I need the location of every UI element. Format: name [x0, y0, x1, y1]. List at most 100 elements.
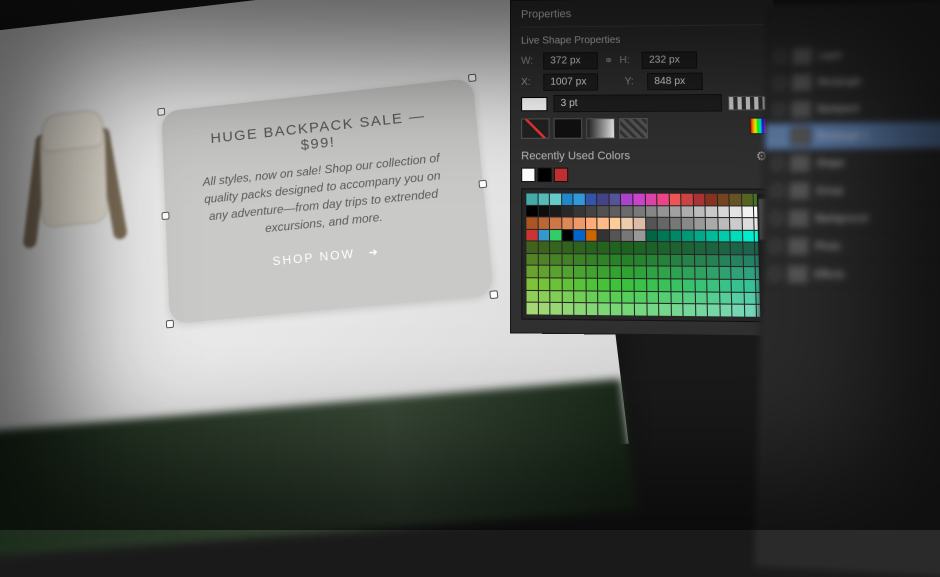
color-swatch[interactable]: [658, 242, 669, 253]
color-swatch[interactable]: [622, 279, 633, 290]
y-input[interactable]: 848 px: [647, 73, 703, 91]
color-swatch[interactable]: [707, 267, 718, 278]
color-swatch[interactable]: [695, 292, 706, 303]
color-swatch[interactable]: [562, 218, 573, 229]
transform-handle[interactable]: [478, 180, 487, 189]
color-swatch[interactable]: [527, 303, 538, 314]
x-input[interactable]: 1007 px: [543, 73, 598, 91]
fill-none-button[interactable]: [521, 118, 549, 139]
color-swatch[interactable]: [718, 218, 729, 229]
color-swatch[interactable]: [706, 230, 717, 241]
color-swatch[interactable]: [550, 206, 561, 217]
color-swatch[interactable]: [550, 254, 561, 265]
color-swatch[interactable]: [695, 267, 706, 278]
color-swatch[interactable]: [646, 230, 657, 241]
color-swatch[interactable]: [695, 255, 706, 266]
color-swatch[interactable]: [743, 231, 754, 242]
color-swatch[interactable]: [731, 255, 742, 266]
color-swatch[interactable]: [586, 266, 597, 277]
color-swatch[interactable]: [731, 230, 742, 241]
color-swatch[interactable]: [742, 206, 753, 217]
promo-card-shape[interactable]: HUGE BACKPACK SALE — $99! All styles, no…: [161, 78, 494, 324]
color-swatch[interactable]: [610, 279, 621, 290]
color-swatch[interactable]: [695, 280, 706, 291]
recent-color-swatch[interactable]: [537, 168, 551, 182]
color-swatch[interactable]: [732, 292, 744, 303]
layer-row[interactable]: Rectangle: [766, 67, 940, 97]
color-swatch[interactable]: [707, 255, 718, 266]
color-swatch[interactable]: [586, 194, 597, 205]
color-swatch[interactable]: [623, 291, 634, 302]
color-swatch[interactable]: [550, 278, 561, 289]
color-swatch[interactable]: [550, 218, 561, 229]
color-swatch[interactable]: [538, 291, 549, 302]
color-swatch[interactable]: [610, 254, 621, 265]
color-swatch[interactable]: [538, 303, 549, 314]
color-swatch[interactable]: [622, 230, 633, 241]
color-swatch[interactable]: [683, 292, 694, 303]
color-swatch[interactable]: [694, 218, 705, 229]
color-swatch[interactable]: [550, 303, 561, 314]
color-swatch[interactable]: [526, 217, 537, 228]
color-swatch[interactable]: [659, 292, 670, 303]
color-swatch[interactable]: [538, 205, 549, 216]
color-swatch[interactable]: [694, 230, 705, 241]
color-swatch[interactable]: [526, 266, 537, 277]
color-swatch[interactable]: [670, 242, 681, 253]
color-swatch[interactable]: [659, 279, 670, 290]
color-swatch[interactable]: [658, 218, 669, 229]
color-swatch[interactable]: [538, 242, 549, 253]
fill-solid-button[interactable]: [554, 118, 583, 139]
color-swatch[interactable]: [586, 279, 597, 290]
color-swatch[interactable]: [550, 230, 561, 241]
layer-row[interactable]: Rectangle 1: [765, 121, 940, 150]
color-swatch[interactable]: [574, 230, 585, 241]
color-swatch[interactable]: [719, 267, 730, 278]
color-swatch[interactable]: [610, 206, 621, 217]
color-swatch[interactable]: [744, 280, 756, 291]
color-swatch[interactable]: [745, 305, 757, 317]
visibility-eye-icon[interactable]: [773, 130, 785, 142]
color-swatch[interactable]: [610, 242, 621, 253]
color-swatch[interactable]: [598, 242, 609, 253]
color-swatch[interactable]: [622, 242, 633, 253]
color-swatch[interactable]: [646, 218, 657, 229]
color-swatch[interactable]: [670, 218, 681, 229]
color-swatch[interactable]: [586, 254, 597, 265]
color-swatch[interactable]: [694, 243, 705, 254]
color-swatch[interactable]: [683, 279, 694, 290]
color-swatch[interactable]: [609, 194, 620, 205]
color-swatch[interactable]: [574, 242, 585, 253]
color-swatch[interactable]: [599, 303, 610, 314]
fill-pattern-button[interactable]: [619, 118, 648, 139]
visibility-eye-icon[interactable]: [775, 51, 787, 63]
color-swatch[interactable]: [562, 230, 573, 241]
color-swatch[interactable]: [621, 194, 632, 205]
transform-handle[interactable]: [468, 74, 477, 82]
color-swatch[interactable]: [538, 278, 549, 289]
layer-row[interactable]: Layer: [767, 40, 940, 71]
color-swatch[interactable]: [718, 206, 729, 217]
color-swatch[interactable]: [708, 292, 719, 303]
stroke-style-dropdown[interactable]: [728, 95, 766, 110]
color-swatch[interactable]: [621, 206, 632, 217]
color-swatch[interactable]: [574, 254, 585, 265]
color-swatch[interactable]: [646, 267, 657, 278]
layer-row[interactable]: Background: [763, 205, 940, 233]
visibility-eye-icon[interactable]: [771, 185, 783, 197]
color-swatch[interactable]: [719, 255, 730, 266]
color-swatch[interactable]: [622, 254, 633, 265]
color-swatch[interactable]: [526, 205, 537, 216]
color-swatch[interactable]: [562, 291, 573, 302]
color-swatch[interactable]: [635, 291, 646, 302]
color-swatch[interactable]: [623, 304, 634, 315]
color-swatch[interactable]: [634, 267, 645, 278]
color-swatch[interactable]: [550, 242, 561, 253]
color-swatch[interactable]: [671, 267, 682, 278]
color-swatch[interactable]: [657, 206, 668, 217]
color-swatch[interactable]: [671, 292, 682, 303]
color-swatch[interactable]: [657, 194, 668, 205]
color-swatch[interactable]: [610, 218, 621, 229]
color-swatch[interactable]: [598, 230, 609, 241]
color-swatch[interactable]: [718, 194, 729, 205]
